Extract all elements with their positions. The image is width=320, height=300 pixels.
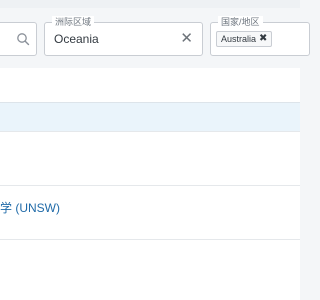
university-link[interactable]: 学 (UNSW) <box>0 199 60 216</box>
country-chip: Australia ✖ <box>216 31 273 47</box>
close-icon[interactable]: ✕ <box>180 31 193 46</box>
table-row <box>0 132 300 186</box>
search-field[interactable] <box>0 22 37 56</box>
table-header-row <box>0 102 300 132</box>
chip-remove-icon[interactable]: ✖ <box>259 34 267 44</box>
region-select[interactable]: 洲际区域 Oceania ✕ <box>44 16 203 56</box>
results-table: 学 (UNSW) <box>0 68 300 300</box>
search-icon[interactable] <box>16 32 30 46</box>
filter-bar: 洲际区域 Oceania ✕ 国家/地区 Australia ✖ <box>0 8 310 68</box>
table-row <box>0 240 300 300</box>
top-band <box>0 0 300 8</box>
table-row: 学 (UNSW) <box>0 186 300 240</box>
region-value: Oceania <box>54 32 99 46</box>
region-label: 洲际区域 <box>52 16 95 28</box>
country-label: 国家/地区 <box>218 16 263 28</box>
country-select[interactable]: 国家/地区 Australia ✖ <box>210 16 310 56</box>
chip-label: Australia <box>221 34 257 44</box>
